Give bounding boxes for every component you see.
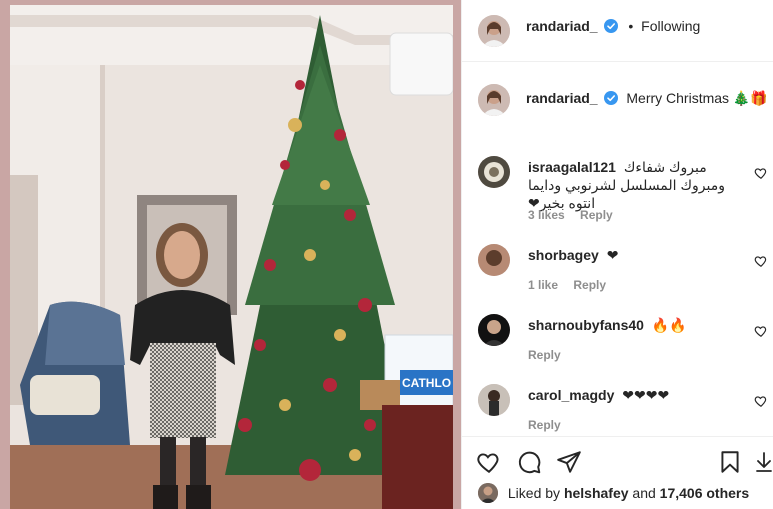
liked-by-count[interactable]: 17,406 others: [660, 485, 750, 501]
comment-text: 🔥🔥: [651, 317, 687, 333]
header-line: randariad_ • Following: [526, 18, 700, 34]
comment-body: carol_magdy ❤❤❤❤: [528, 386, 738, 404]
paper-plane-share-icon[interactable]: [556, 449, 582, 475]
post-image-frame: CATHLO: [0, 0, 461, 509]
svg-text:CATHLO: CATHLO: [402, 376, 451, 390]
comment-item: shorbagey ❤ 1 like Reply: [478, 244, 768, 294]
commenter-username[interactable]: shorbagey: [528, 247, 599, 263]
verified-badge-icon: [604, 91, 619, 105]
commenter-avatar[interactable]: [478, 244, 510, 276]
comment-reply-button[interactable]: Reply: [528, 348, 561, 362]
comment-body: shorbagey ❤: [528, 246, 738, 264]
liked-by-user[interactable]: helshafey: [564, 485, 629, 501]
bookmark-save-icon[interactable]: [717, 449, 743, 475]
commenter-username[interactable]: israagalal121: [528, 159, 616, 175]
post-header: randariad_ • Following: [462, 0, 773, 62]
comment-likes-count[interactable]: 3 likes: [528, 208, 565, 222]
comment-meta: Reply: [528, 418, 561, 432]
comment-like-heart-icon[interactable]: [754, 394, 768, 408]
commenter-avatar[interactable]: [478, 156, 510, 188]
liked-by-and: and: [632, 485, 656, 501]
comment-body: israagalal121 مبروك شفاءك ومبروك المسلسل…: [528, 158, 738, 212]
comment-item: israagalal121 مبروك شفاءك ومبروك المسلسل…: [478, 156, 768, 226]
comment-likes-count[interactable]: 1 like: [528, 278, 558, 292]
comment-like-heart-icon[interactable]: [754, 166, 768, 180]
commenter-username[interactable]: carol_magdy: [528, 387, 614, 403]
comment-item: carol_magdy ❤❤❤❤ Reply: [478, 384, 768, 434]
post-image[interactable]: CATHLO: [10, 5, 453, 509]
comment-bubble-icon[interactable]: [516, 449, 542, 475]
caption-text: randariad_ Merry Christmas 🎄🎁: [526, 90, 768, 107]
like-heart-icon[interactable]: [476, 449, 502, 475]
caption-username[interactable]: randariad_: [526, 90, 598, 106]
author-username[interactable]: randariad_: [526, 18, 598, 34]
commenter-avatar[interactable]: [478, 314, 510, 346]
comment-reply-button[interactable]: Reply: [528, 418, 561, 432]
comment-text: ❤❤❤❤: [622, 387, 670, 403]
commenter-username[interactable]: sharnoubyfans40: [528, 317, 644, 333]
liker-avatar[interactable]: [478, 483, 498, 503]
following-button[interactable]: Following: [641, 18, 700, 34]
liked-by-summary: Liked by helshafey and 17,406 others: [478, 483, 749, 503]
comment-like-heart-icon[interactable]: [754, 254, 768, 268]
header-separator: •: [628, 18, 634, 34]
post-photo-illustration: CATHLO: [10, 5, 453, 509]
comment-text: ❤: [606, 247, 619, 263]
post-details-panel: randariad_ • Following randariad_ Merry …: [461, 0, 773, 509]
comment-body: sharnoubyfans40 🔥🔥: [528, 316, 738, 334]
caption-avatar[interactable]: [478, 84, 510, 116]
verified-badge-icon: [604, 19, 619, 33]
download-icon[interactable]: [754, 449, 773, 475]
comment-item: sharnoubyfans40 🔥🔥 Reply: [478, 314, 768, 364]
comment-meta: 3 likes Reply: [528, 208, 613, 222]
commenter-avatar[interactable]: [478, 384, 510, 416]
comment-meta: 1 like Reply: [528, 278, 606, 292]
caption-message: Merry Christmas 🎄🎁: [626, 90, 768, 106]
comment-like-heart-icon[interactable]: [754, 324, 768, 338]
author-avatar[interactable]: [478, 15, 510, 47]
comment-reply-button[interactable]: Reply: [573, 278, 606, 292]
comment-reply-button[interactable]: Reply: [580, 208, 613, 222]
post-actions-bar: [462, 436, 773, 476]
liked-by-prefix: Liked by: [507, 485, 561, 501]
comment-meta: Reply: [528, 348, 561, 362]
